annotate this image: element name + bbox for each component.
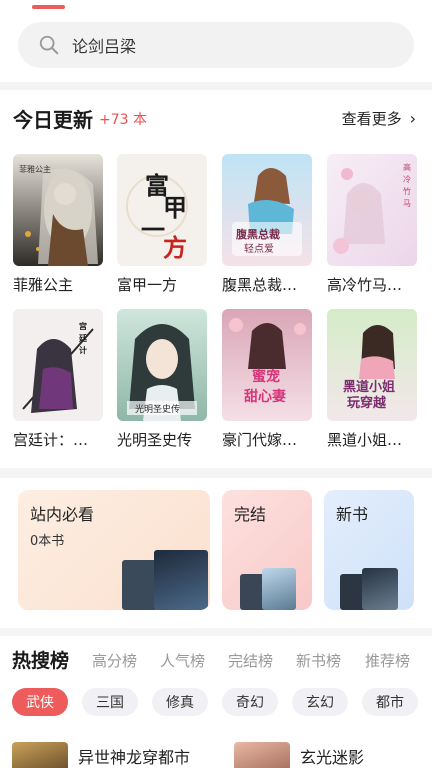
tab-high-score[interactable]: 高分榜 <box>92 650 137 671</box>
book-cover: 蜜宠 甜心妻 <box>222 309 312 421</box>
book-cover: 富 甲 一 方 <box>117 154 207 266</box>
ranking-tabs: 热搜榜 高分榜 人气榜 完结榜 新书榜 推荐榜 <box>0 646 432 676</box>
top-bar: 论剑吕梁 <box>0 0 432 82</box>
book-title: 宫廷计：… <box>13 431 89 449</box>
book-thumb <box>262 568 296 610</box>
book-cover: 宫 廷 计 <box>13 309 103 421</box>
ranking-item-title: 异世神龙穿都市 <box>78 748 191 767</box>
svg-text:冷: 冷 <box>403 174 411 184</box>
book-title: 光明圣史传 <box>117 431 193 449</box>
chevron-right-icon: › <box>409 109 416 128</box>
card-title: 完结 <box>234 505 267 524</box>
svg-text:轻点爱: 轻点爱 <box>244 242 274 255</box>
view-more-label: 查看更多 <box>341 110 402 128</box>
book-card[interactable]: 黑道小姐 玩穿越 黑道小姐… <box>327 309 417 450</box>
svg-text:高: 高 <box>403 162 411 172</box>
tab-recommended[interactable]: 推荐榜 <box>365 650 410 671</box>
book-thumb <box>154 550 208 610</box>
svg-text:黑道小姐: 黑道小姐 <box>343 379 395 395</box>
genre-chip-wuxia[interactable]: 武侠 <box>12 688 68 716</box>
genre-chip-cultivation[interactable]: 修真 <box>152 688 208 716</box>
svg-text:腹黑总裁: 腹黑总裁 <box>236 227 280 241</box>
category-cards: 站内必看 0本书 完结 新书 <box>0 478 432 628</box>
book-cover <box>12 742 68 768</box>
search-placeholder: 论剑吕梁 <box>72 37 137 56</box>
today-updates-section: 今日更新 +73 本 查看更多 › 菲雅公主 菲雅公主 富 甲 一 方 富甲一方… <box>0 90 432 468</box>
tab-hot-search[interactable]: 热搜榜 <box>12 646 69 673</box>
tab-finished[interactable]: 完结榜 <box>228 650 273 671</box>
tab-indicator <box>32 5 65 9</box>
book-card[interactable]: 高 冷 竹 马 高冷竹马… <box>327 154 417 295</box>
search-bar[interactable]: 论剑吕梁 <box>18 22 414 68</box>
svg-text:方: 方 <box>163 233 187 262</box>
book-title: 黑道小姐… <box>327 431 403 449</box>
book-thumb <box>122 560 158 610</box>
book-cover: 腹黑总裁 轻点爱 <box>222 154 312 266</box>
book-title: 菲雅公主 <box>13 276 74 294</box>
must-read-card[interactable]: 站内必看 0本书 <box>18 490 210 610</box>
svg-text:甲: 甲 <box>163 193 187 222</box>
book-card[interactable]: 腹黑总裁 轻点爱 腹黑总裁… <box>222 154 312 295</box>
book-cover: 菲雅公主 <box>13 154 103 266</box>
book-title: 富甲一方 <box>117 276 178 294</box>
genre-chip-xuanhuan[interactable]: 玄幻 <box>292 688 348 716</box>
svg-text:计: 计 <box>79 345 87 355</box>
book-card[interactable]: 光明圣史传 光明圣史传 <box>117 309 207 450</box>
book-title: 豪门代嫁… <box>222 431 298 449</box>
section-title: 今日更新 <box>13 108 93 132</box>
card-title: 站内必看 <box>30 505 95 524</box>
book-thumb <box>362 568 398 610</box>
ranking-item[interactable]: 异世神龙穿都市 <box>12 742 190 768</box>
book-card[interactable]: 菲雅公主 菲雅公主 <box>13 154 103 295</box>
tab-popular[interactable]: 人气榜 <box>160 650 205 671</box>
svg-text:竹: 竹 <box>403 186 411 196</box>
svg-text:甜心妻: 甜心妻 <box>244 388 286 405</box>
card-subtitle: 0本书 <box>30 534 65 549</box>
finished-card[interactable]: 完结 <box>222 490 312 610</box>
book-card[interactable]: 蜜宠 甜心妻 豪门代嫁… <box>222 309 312 450</box>
genre-chip-urban[interactable]: 都市 <box>362 688 418 716</box>
view-more-link[interactable]: 查看更多 › <box>342 108 416 129</box>
svg-text:菲雅公主: 菲雅公主 <box>19 164 51 174</box>
book-cover: 高 冷 竹 马 <box>327 154 417 266</box>
genre-chip-three-kingdoms[interactable]: 三国 <box>82 688 138 716</box>
svg-text:一: 一 <box>141 215 165 244</box>
update-count: +73 本 <box>99 112 147 128</box>
svg-text:马: 马 <box>403 199 411 208</box>
book-cover <box>234 742 290 768</box>
card-title: 新书 <box>336 505 369 524</box>
svg-text:光明圣史传: 光明圣史传 <box>135 403 180 415</box>
svg-text:玩穿越: 玩穿越 <box>347 395 387 411</box>
book-cover: 黑道小姐 玩穿越 <box>327 309 417 421</box>
svg-text:蜜宠: 蜜宠 <box>252 368 280 385</box>
tab-new-books[interactable]: 新书榜 <box>296 650 341 671</box>
book-title: 腹黑总裁… <box>222 276 298 294</box>
svg-text:宫: 宫 <box>79 321 87 331</box>
genre-chip-fantasy[interactable]: 奇幻 <box>222 688 278 716</box>
new-books-card[interactable]: 新书 <box>324 490 414 610</box>
book-title: 高冷竹马… <box>327 276 403 294</box>
book-card[interactable]: 富 甲 一 方 富甲一方 <box>117 154 207 295</box>
ranking-item-title: 玄光迷影 <box>300 748 365 767</box>
ranking-item[interactable]: 玄光迷影 <box>234 742 364 768</box>
svg-text:廷: 廷 <box>78 333 88 343</box>
book-card[interactable]: 宫 廷 计 宫廷计：… <box>13 309 103 450</box>
search-icon <box>39 35 59 55</box>
book-cover: 光明圣史传 <box>117 309 207 421</box>
ranking-section: 热搜榜 高分榜 人气榜 完结榜 新书榜 推荐榜 武侠 三国 修真 奇幻 玄幻 都… <box>0 636 432 768</box>
